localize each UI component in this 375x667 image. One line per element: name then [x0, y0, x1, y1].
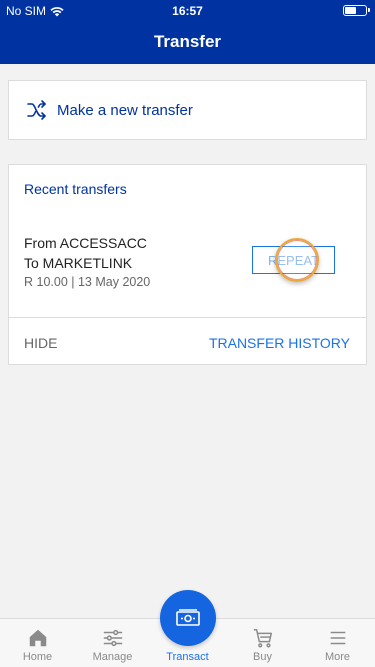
status-bar: No SIM 16:57	[0, 0, 375, 22]
tab-more-label: More	[324, 651, 351, 663]
transfer-from: From ACCESSACC	[24, 235, 147, 251]
app-header: No SIM 16:57 Transfer	[0, 0, 375, 64]
status-time: 16:57	[172, 4, 203, 18]
shuffle-icon	[27, 100, 46, 120]
transfer-to: To MARKETLINK	[24, 255, 133, 271]
recent-transfers-card: Recent transfers From ACCESSACC To MARKE…	[8, 164, 367, 365]
tab-transact-label: Transact	[166, 651, 209, 663]
transfer-amount-date: R 10.00 | 13 May 2020	[24, 275, 151, 289]
make-new-transfer-button[interactable]: Make a new transfer	[8, 80, 367, 140]
cash-icon	[176, 609, 200, 626]
home-icon	[29, 629, 46, 647]
recent-transfers-title: Recent transfers	[24, 181, 127, 197]
repeat-button[interactable]: REPEAT	[252, 246, 335, 274]
tab-manage-label: Manage	[92, 651, 133, 663]
battery-level	[345, 7, 357, 14]
menu-icon	[330, 631, 345, 645]
tab-buy-label: Buy	[253, 651, 272, 663]
page-title: Transfer	[153, 32, 222, 51]
tab-home[interactable]: Home	[0, 619, 75, 667]
transfer-history-link[interactable]: TRANSFER HISTORY	[209, 335, 350, 351]
make-new-transfer-label: Make a new transfer	[57, 101, 193, 119]
tab-buy[interactable]: Buy	[225, 619, 300, 667]
tab-more[interactable]: More	[300, 619, 375, 667]
hide-button[interactable]: HIDE	[24, 335, 57, 351]
card-divider	[9, 317, 366, 318]
sliders-icon	[103, 629, 122, 647]
tab-home-label: Home	[22, 651, 53, 663]
cart-icon	[253, 629, 272, 648]
transact-fab-button[interactable]	[160, 590, 216, 646]
battery-icon	[343, 5, 370, 16]
tab-manage[interactable]: Manage	[75, 619, 150, 667]
